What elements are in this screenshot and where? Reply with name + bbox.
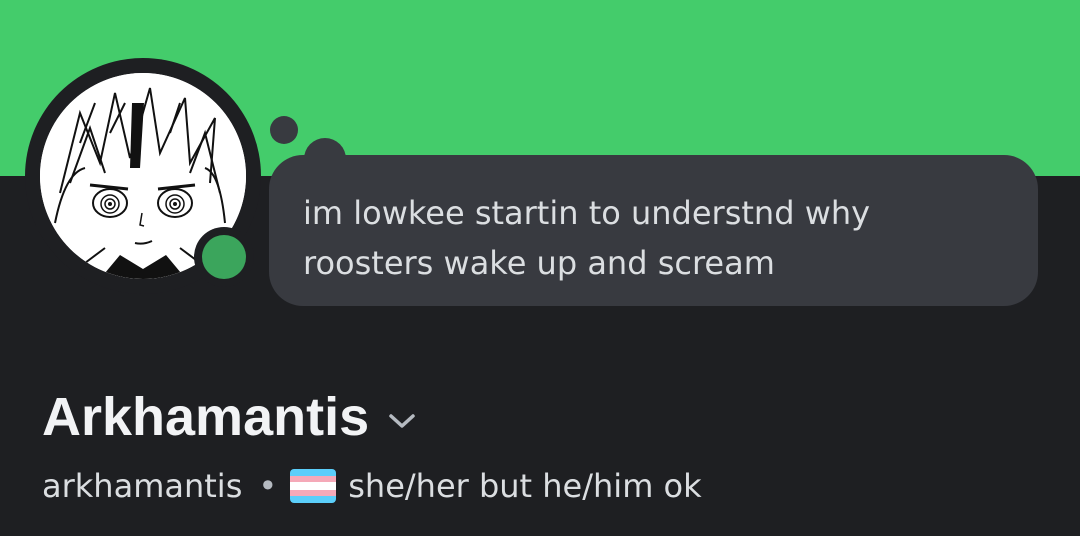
display-name-row[interactable]: Arkhamantis bbox=[42, 384, 417, 450]
chevron-down-icon[interactable] bbox=[387, 411, 417, 431]
thought-bubble-dot-small bbox=[270, 116, 298, 144]
pronouns: she/her but he/him ok bbox=[348, 467, 702, 505]
profile-subtitle: arkhamantis • she/her but he/him ok bbox=[42, 462, 702, 510]
online-status-icon bbox=[202, 235, 246, 279]
transgender-flag-icon bbox=[290, 469, 337, 503]
display-name: Arkhamantis bbox=[42, 387, 370, 447]
separator-dot: • bbox=[258, 467, 278, 505]
custom-status-bubble[interactable]: im lowkee startin to understnd why roost… bbox=[269, 155, 1038, 306]
username: arkhamantis bbox=[42, 467, 243, 505]
custom-status-text: im lowkee startin to understnd why roost… bbox=[303, 194, 871, 282]
